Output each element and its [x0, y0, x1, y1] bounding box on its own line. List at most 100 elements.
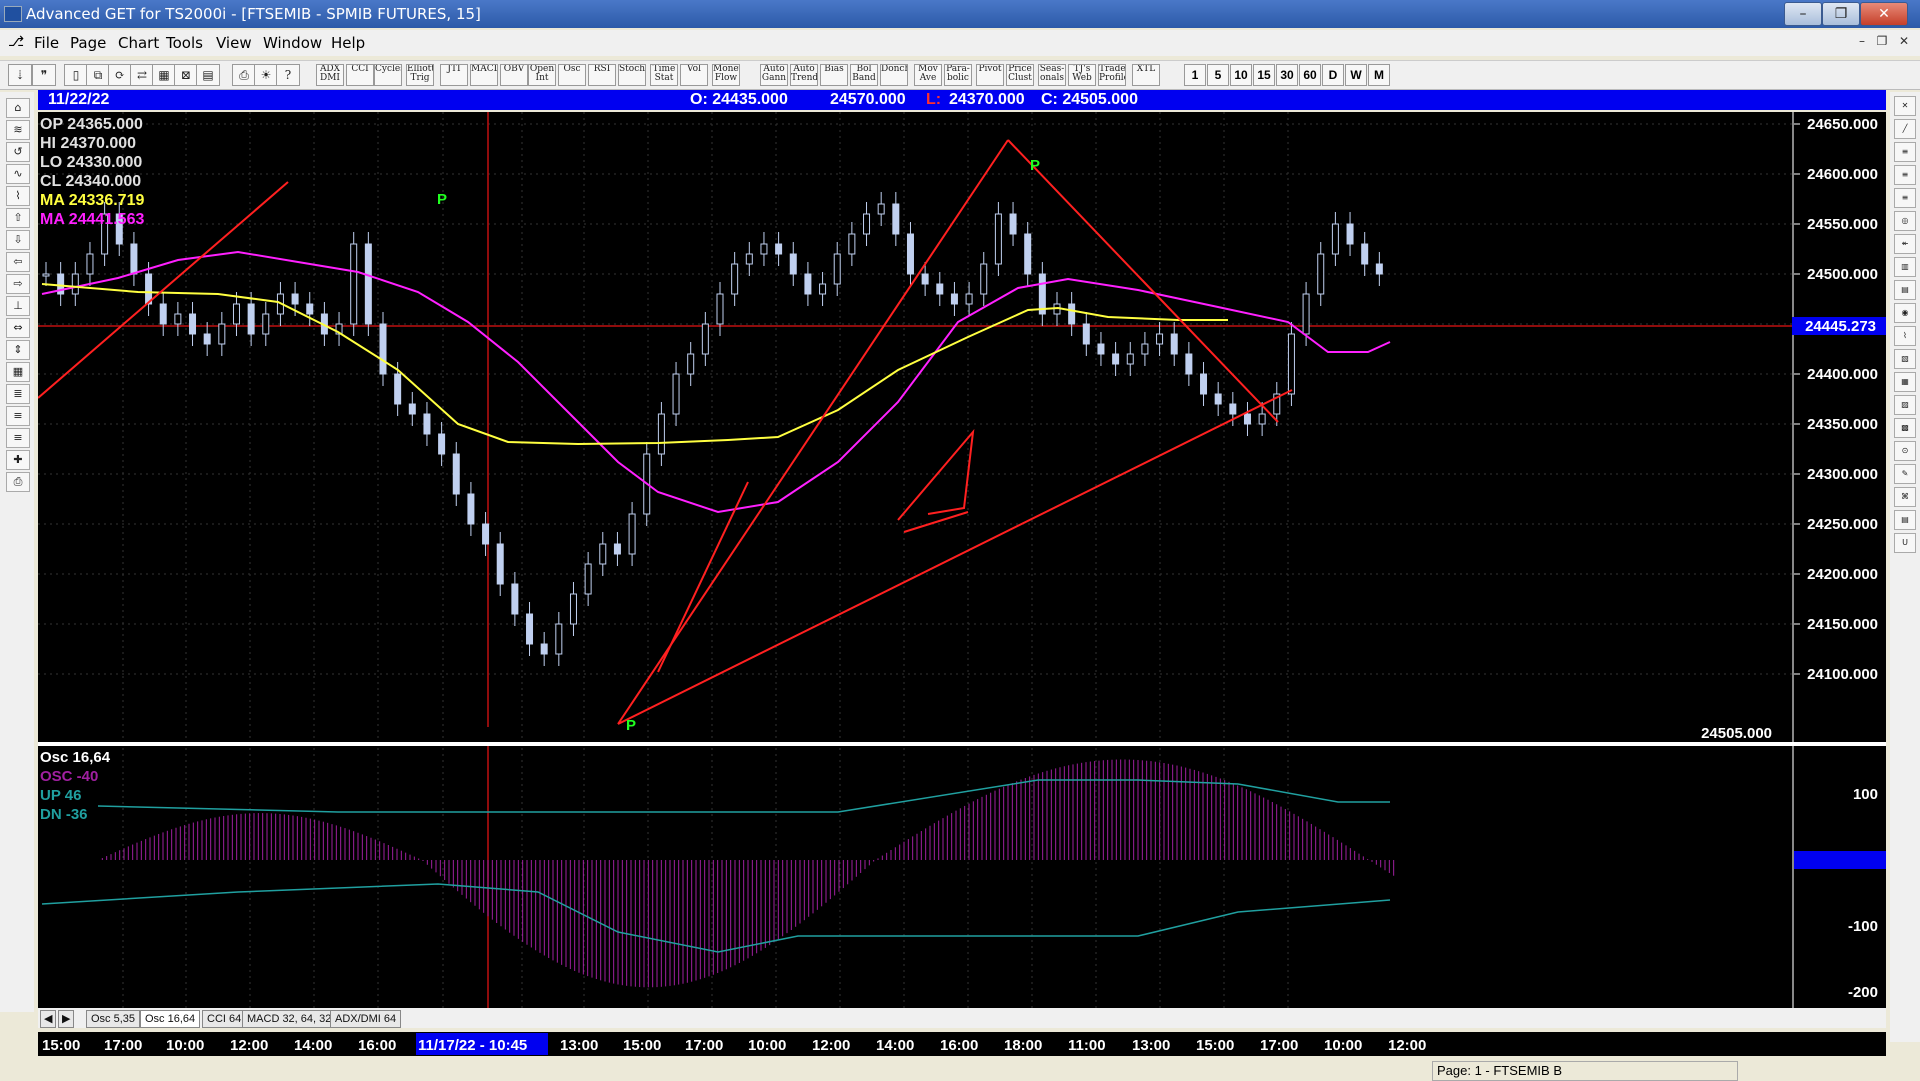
left-tool-icon-7[interactable]: ⇦ [6, 252, 30, 272]
timeframe-button-6[interactable]: D [1322, 64, 1344, 86]
copy-icon[interactable]: ⧉ [86, 64, 110, 86]
left-tool-icon-16[interactable]: ✚ [6, 450, 30, 470]
print-icon[interactable]: ⎙ [232, 64, 256, 86]
quote-icon[interactable]: ❞ [32, 64, 56, 86]
study-button-21[interactable]: Pivot [976, 64, 1004, 86]
cursor-icon[interactable]: ⇣ [8, 64, 32, 86]
study-button-5[interactable]: MACD [470, 64, 498, 86]
study-button-7[interactable]: Open Int [528, 64, 556, 86]
right-tool-icon-7[interactable]: ▥ [1894, 257, 1916, 277]
study-button-22[interactable]: Price Clust [1006, 64, 1034, 86]
tab-prev-arrow[interactable]: ◀ [40, 1010, 57, 1028]
study-button-12[interactable]: Vol [680, 64, 708, 86]
left-tool-icon-1[interactable]: ≋ [6, 120, 30, 140]
right-tool-icon-18[interactable]: ▤ [1894, 510, 1916, 530]
left-tool-icon-11[interactable]: ⇕ [6, 340, 30, 360]
study-button-4[interactable]: JTI [440, 64, 468, 86]
right-tool-icon-10[interactable]: ⌇ [1894, 326, 1916, 346]
left-tool-icon-14[interactable]: ≡ [6, 406, 30, 426]
left-tool-icon-17[interactable]: ⎙ [6, 472, 30, 492]
doc-restore-button[interactable]: ❐ [1872, 34, 1892, 52]
close-button[interactable]: ✕ [1860, 2, 1908, 26]
right-tool-icon-19[interactable]: U [1894, 533, 1916, 553]
study-button-0[interactable]: ADX DMI [316, 64, 344, 86]
right-tool-icon-4[interactable]: ≡ [1894, 188, 1916, 208]
timeframe-button-4[interactable]: 30 [1276, 64, 1298, 86]
study-button-20[interactable]: Para- bolic [944, 64, 972, 86]
right-tool-icon-16[interactable]: ✎ [1894, 464, 1916, 484]
study-button-17[interactable]: Bol Band [850, 64, 878, 86]
right-tool-icon-6[interactable]: ↞ [1894, 234, 1916, 254]
tab-osc-5-35[interactable]: Osc 5,35 [86, 1010, 141, 1028]
study-button-25[interactable]: Trade Profile [1098, 64, 1126, 86]
right-tool-icon-1[interactable]: ╱ [1894, 119, 1916, 139]
study-button-2[interactable]: Cycles [374, 64, 402, 86]
right-tool-icon-11[interactable]: ▧ [1894, 349, 1916, 369]
right-tool-icon-17[interactable]: ⌘ [1894, 487, 1916, 507]
new-icon[interactable]: ▯ [64, 64, 88, 86]
tab-macd[interactable]: MACD 32, 64, 32 [242, 1010, 337, 1028]
study-button-11[interactable]: Time Stat [650, 64, 678, 86]
minimize-button[interactable]: – [1784, 2, 1822, 26]
help-icon[interactable]: ? [276, 64, 300, 86]
doc-close-button[interactable]: ✕ [1894, 34, 1914, 52]
menu-tools[interactable]: Tools [166, 34, 203, 52]
grid-icon[interactable]: ▦ [152, 64, 176, 86]
tab-next-arrow[interactable]: ▶ [58, 1010, 75, 1028]
chart-area[interactable]: P P P OP 24365.000 HI 24370.000 LO 24330.0… [37, 112, 1886, 1008]
right-tool-icon-13[interactable]: ▨ [1894, 395, 1916, 415]
layout-icon[interactable]: ▤ [196, 64, 220, 86]
study-button-1[interactable]: CCI [346, 64, 374, 86]
tab-adx-dmi[interactable]: ADX/DMI 64 [330, 1010, 402, 1028]
menu-window[interactable]: Window [263, 34, 322, 52]
left-tool-icon-2[interactable]: ↺ [6, 142, 30, 162]
left-tool-icon-3[interactable]: ∿ [6, 164, 30, 184]
right-tool-icon-3[interactable]: ≡ [1894, 165, 1916, 185]
timeframe-button-3[interactable]: 15 [1253, 64, 1275, 86]
menu-chart[interactable]: Chart [118, 34, 159, 52]
study-button-19[interactable]: Mov Ave [914, 64, 942, 86]
scroll-icon[interactable]: ⇄ [130, 64, 154, 86]
right-tool-icon-9[interactable]: ◉ [1894, 303, 1916, 323]
left-tool-icon-15[interactable]: ≡ [6, 428, 30, 448]
left-tool-icon-12[interactable]: ▦ [6, 362, 30, 382]
left-tool-icon-6[interactable]: ⇩ [6, 230, 30, 250]
left-tool-icon-5[interactable]: ⇧ [6, 208, 30, 228]
tab-osc-16-64[interactable]: Osc 16,64 [140, 1010, 201, 1028]
timeframe-button-5[interactable]: 60 [1299, 64, 1321, 86]
study-button-9[interactable]: RSI [588, 64, 616, 86]
study-button-14[interactable]: Auto Gann [760, 64, 788, 86]
study-button-3[interactable]: Elliott Trig [406, 64, 434, 86]
study-button-13[interactable]: Money Flow [712, 64, 740, 86]
hint-icon[interactable]: ☀ [254, 64, 278, 86]
study-button-23[interactable]: Seas- onals [1038, 64, 1066, 86]
right-tool-icon-12[interactable]: ▦ [1894, 372, 1916, 392]
price-chart[interactable]: P P P OP 24365.000 HI 24370.000 LO 24330.0… [37, 112, 1886, 1008]
study-button-26[interactable]: XTL [1132, 64, 1160, 86]
doc-minimize-button[interactable]: – [1852, 34, 1872, 52]
study-button-18[interactable]: Donch [880, 64, 908, 86]
study-button-24[interactable]: TJ's Web [1068, 64, 1096, 86]
study-button-16[interactable]: Bias [820, 64, 848, 86]
right-tool-icon-15[interactable]: ⊙ [1894, 441, 1916, 461]
refresh-icon[interactable]: ⟳ [108, 64, 132, 86]
left-tool-icon-9[interactable]: ⊥ [6, 296, 30, 316]
right-tool-icon-2[interactable]: ≡ [1894, 142, 1916, 162]
right-tool-icon-5[interactable]: ◎ [1894, 211, 1916, 231]
timeframe-button-2[interactable]: 10 [1230, 64, 1252, 86]
study-button-15[interactable]: Auto Trend [790, 64, 818, 86]
menu-help[interactable]: Help [331, 34, 365, 52]
left-tool-icon-4[interactable]: ⌇ [6, 186, 30, 206]
delete-icon[interactable]: ⊠ [174, 64, 198, 86]
left-tool-icon-13[interactable]: ≣ [6, 384, 30, 404]
maximize-button[interactable]: ❐ [1822, 2, 1860, 26]
menu-file[interactable]: File [34, 34, 59, 52]
left-tool-icon-10[interactable]: ⇔ [6, 318, 30, 338]
right-tool-icon-8[interactable]: ▤ [1894, 280, 1916, 300]
menu-view[interactable]: View [216, 34, 252, 52]
right-tool-icon-0[interactable]: ✕ [1894, 96, 1916, 116]
timeframe-button-7[interactable]: W [1345, 64, 1367, 86]
left-tool-icon-8[interactable]: ⇨ [6, 274, 30, 294]
right-tool-icon-14[interactable]: ▩ [1894, 418, 1916, 438]
timeframe-button-1[interactable]: 5 [1207, 64, 1229, 86]
